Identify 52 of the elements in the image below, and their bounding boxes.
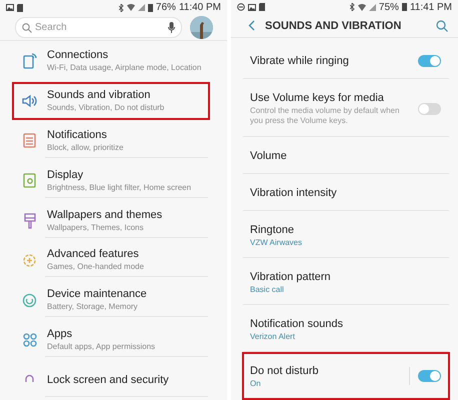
screen-title: SOUNDS AND VIBRATION	[265, 20, 402, 32]
battery-percent: 75%	[378, 2, 399, 13]
setting-value: On	[250, 378, 262, 388]
setting-value: Verizon Alert	[250, 332, 296, 340]
clock-time: 11:40 PM	[178, 2, 221, 14]
item-subtitle: Battery, Storage, Memory	[47, 302, 139, 312]
setting-value: Basic call	[250, 284, 285, 294]
setting-title: Ringtone	[250, 224, 296, 236]
item-title: Notifications	[47, 128, 108, 141]
settings-item[interactable]: Device maintenance Battery, Storage, Memory	[12, 281, 210, 320]
settings-item[interactable]: Wallpapers and themes Wallpapers, Themes, Icons	[12, 202, 210, 240]
item-subtitle: Brightness, Blue light filter, Home screen	[47, 182, 192, 192]
item-title: Lock screen and security	[47, 374, 170, 386]
settings-item[interactable]: Notifications Block, allow, prioritize	[12, 122, 210, 160]
battery-percent: 76%	[156, 2, 176, 14]
setting-value: VZW Airwaves	[250, 238, 304, 246]
item-subtitle: Block, allow, prioritize	[47, 142, 124, 152]
setting-title: Vibration intensity	[250, 187, 338, 199]
setting-title: Vibrate while ringing	[250, 55, 350, 67]
setting-title: Use Volume keys for media	[250, 92, 385, 104]
item-subtitle: Sounds, Vibration, Do not disturb	[47, 102, 166, 112]
item-subtitle: Games, One-handed mode	[47, 262, 145, 272]
setting-title: Vibration pattern	[250, 270, 332, 282]
settings-row[interactable]: Notification sounds Verizon Alert	[242, 305, 450, 352]
clock-time: 11:41 PM	[410, 2, 452, 13]
item-title: Apps	[47, 328, 74, 340]
item-title: Device maintenance	[47, 288, 148, 300]
setting-title: Do not disturb	[250, 364, 320, 376]
setting-description: Control the media volume by default when you press the Volume keys.	[250, 106, 400, 126]
settings-item[interactable]: Connections Wi-Fi, Data usage, Airplane mode, Location	[12, 42, 210, 80]
item-title: Connections	[47, 49, 110, 62]
settings-row[interactable]: Vibration intensity	[242, 174, 450, 211]
setting-title: Notification sounds	[250, 318, 344, 330]
settings-row[interactable]: Ringtone VZW Airwaves	[242, 211, 450, 258]
settings-item[interactable]: Sounds and vibration Sounds, Vibration, Do not disturb	[12, 82, 210, 120]
settings-item[interactable]: Lock screen and security	[12, 361, 210, 399]
item-title: Sounds and vibration	[47, 88, 152, 101]
item-subtitle: Default apps, App permissions	[47, 342, 156, 352]
settings-row[interactable]: Volume	[242, 137, 450, 174]
item-subtitle: Wi-Fi, Data usage, Airplane mode, Location	[47, 63, 202, 72]
settings-row[interactable]: Do not disturb On	[242, 352, 450, 400]
item-subtitle: Wallpapers, Themes, Icons	[47, 222, 144, 232]
item-title: Display	[47, 168, 84, 181]
settings-row[interactable]: Vibration pattern Basic call	[242, 258, 450, 305]
settings-item[interactable]: Advanced features Games, One-handed mode	[12, 242, 210, 280]
settings-item[interactable]: Apps Default apps, App permissions	[12, 321, 210, 360]
item-title: Wallpapers and themes	[47, 208, 164, 221]
settings-row[interactable]: Use Volume keys for media Control the media volume by default when you press the Volume keys.	[242, 79, 450, 137]
settings-row[interactable]: Vibrate while ringing	[242, 42, 450, 79]
settings-item[interactable]: Display Brightness, Blue light filter, Home screen	[12, 162, 210, 200]
item-title: Advanced features	[47, 248, 140, 260]
setting-title: Volume	[250, 150, 288, 162]
